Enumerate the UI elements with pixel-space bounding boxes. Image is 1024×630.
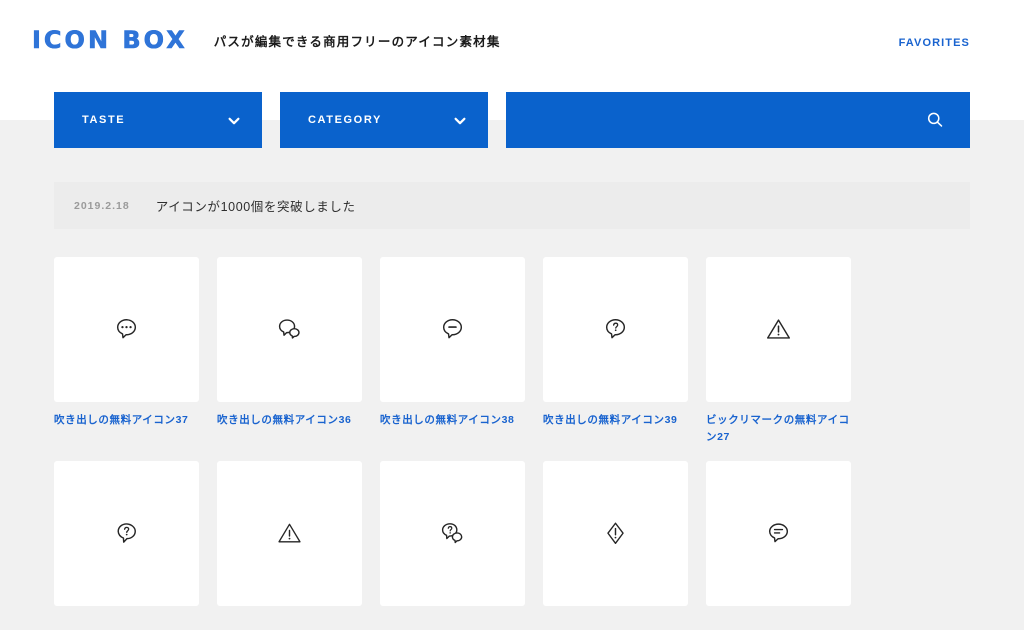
bubble-minus-icon — [439, 316, 466, 343]
taste-dropdown[interactable]: TASTE — [54, 92, 262, 148]
icon-card[interactable]: ビックリマークの無料アイコン27 — [706, 257, 851, 447]
icon-thumbnail[interactable] — [380, 460, 525, 606]
icon-thumbnail[interactable] — [706, 460, 851, 606]
icon-card-label[interactable]: ビックリマークの無料アイコン27 — [706, 412, 856, 447]
warning-triangle-icon — [765, 316, 792, 343]
icon-thumbnail[interactable] — [217, 257, 362, 402]
icon-card-label[interactable]: 吹き出しの無料アイコン37 — [54, 412, 204, 429]
bubble-lines-icon — [765, 520, 792, 547]
bubble-question-round-icon — [113, 520, 140, 547]
icon-thumbnail[interactable] — [706, 257, 851, 402]
icon-card-label[interactable]: 吹き出しの無料アイコン39 — [543, 412, 693, 429]
icon-card[interactable]: 吹き出しの無料アイコン36 — [217, 257, 362, 447]
bubble-question-icon — [602, 316, 629, 343]
chevron-down-icon — [228, 114, 240, 126]
icon-card[interactable]: 吹き出しの無料アイコン38 — [380, 257, 525, 447]
icon-thumbnail[interactable] — [543, 460, 688, 606]
icon-grid: 吹き出しの無料アイコン37 吹き出しの無料アイコン36 吹き出しの無料アイコン3… — [54, 257, 994, 630]
search-input[interactable] — [528, 92, 928, 148]
search-bar[interactable] — [506, 92, 970, 148]
icon-card[interactable] — [54, 460, 199, 616]
icon-card[interactable] — [380, 460, 525, 616]
icon-card[interactable] — [706, 460, 851, 616]
bubble-double-icon — [276, 316, 303, 343]
news-title: アイコンが1000個を突破しました — [155, 200, 356, 214]
search-icon[interactable] — [926, 111, 944, 129]
icon-card[interactable] — [217, 460, 362, 616]
bubble-dots-icon — [113, 316, 140, 343]
icon-thumbnail[interactable] — [54, 460, 199, 606]
bubble-double-question-icon — [439, 520, 466, 547]
taste-dropdown-label: TASTE — [82, 114, 126, 126]
icon-card[interactable]: 吹き出しの無料アイコン37 — [54, 257, 199, 447]
diamond-exclaim-icon — [602, 520, 629, 547]
icon-thumbnail[interactable] — [217, 460, 362, 606]
category-dropdown-label: CATEGORY — [308, 114, 382, 126]
brand[interactable]: ICON BOX パスが編集できる商用フリーのアイコン素材集 — [32, 26, 501, 54]
news-banner[interactable]: 2019.2.18 アイコンが1000個を突破しました — [54, 182, 970, 229]
icon-thumbnail[interactable] — [543, 257, 688, 402]
icon-card[interactable] — [543, 460, 688, 616]
category-dropdown[interactable]: CATEGORY — [280, 92, 488, 148]
icon-thumbnail[interactable] — [54, 257, 199, 402]
icon-card[interactable]: 吹き出しの無料アイコン39 — [543, 257, 688, 447]
favorites-link[interactable]: FAVORITES — [899, 37, 970, 49]
warning-triangle-outline-icon — [276, 520, 303, 547]
filter-bar: TASTE CATEGORY — [54, 92, 970, 148]
logo-icon-box[interactable]: ICON BOX — [32, 26, 188, 54]
news-date: 2019.2.18 — [74, 199, 130, 212]
icon-card-label[interactable]: 吹き出しの無料アイコン36 — [217, 412, 367, 429]
chevron-down-icon — [454, 114, 466, 126]
icon-card-label[interactable]: 吹き出しの無料アイコン38 — [380, 412, 530, 429]
icon-thumbnail[interactable] — [380, 257, 525, 402]
logo-text: ICON BOX — [32, 26, 188, 54]
tagline: パスが編集できる商用フリーのアイコン素材集 — [213, 34, 501, 49]
